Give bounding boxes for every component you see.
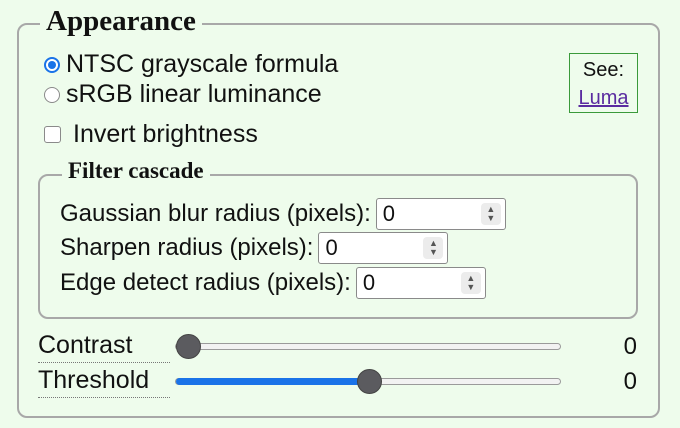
threshold-value: 0 <box>623 368 637 395</box>
contrast-slider-thumb[interactable] <box>176 334 201 359</box>
gaussian-blur-spinner[interactable]: ▲ ▼ <box>480 203 501 225</box>
see-box: See: Luma <box>569 53 638 113</box>
gaussian-blur-input[interactable]: 0 ▲ ▼ <box>375 198 506 230</box>
edge-detect-label: Edge detect radius (pixels): <box>60 269 351 296</box>
spinner-down-icon[interactable]: ▼ <box>486 214 495 223</box>
spinner-down-icon[interactable]: ▼ <box>466 283 475 292</box>
invert-brightness-checkbox[interactable] <box>44 126 61 143</box>
gaussian-blur-value: 0 <box>382 201 396 226</box>
radio-srgb-label: sRGB linear luminance <box>66 80 322 108</box>
edge-detect-value: 0 <box>362 270 376 295</box>
threshold-slider[interactable] <box>175 369 561 394</box>
sharpen-row: Sharpen radius (pixels): 0 ▲ ▼ <box>60 232 449 264</box>
see-label: See: <box>582 59 625 81</box>
filter-cascade-legend: Filter cascade <box>62 158 210 184</box>
threshold-slider-thumb[interactable] <box>356 369 382 394</box>
radio-srgb[interactable]: sRGB linear luminance <box>44 80 322 109</box>
contrast-slider[interactable] <box>175 334 561 359</box>
invert-brightness-label: Invert brightness <box>73 120 258 148</box>
threshold-label: Threshold <box>38 366 170 398</box>
spinner-down-icon[interactable]: ▼ <box>429 248 438 257</box>
invert-brightness-checkbox-row[interactable]: Invert brightness <box>44 120 258 149</box>
edge-detect-row: Edge detect radius (pixels): 0 ▲ ▼ <box>60 267 486 299</box>
radio-srgb-button[interactable] <box>44 86 60 103</box>
edge-detect-spinner[interactable]: ▲ ▼ <box>460 272 481 294</box>
luma-link[interactable]: Luma <box>578 87 628 109</box>
edge-detect-input[interactable]: 0 ▲ ▼ <box>355 267 486 299</box>
gaussian-blur-label: Gaussian blur radius (pixels): <box>60 200 371 227</box>
radio-ntsc[interactable]: NTSC grayscale formula <box>44 50 338 79</box>
radio-ntsc-label: NTSC grayscale formula <box>66 50 339 78</box>
gaussian-blur-row: Gaussian blur radius (pixels): 0 ▲ ▼ <box>60 198 506 230</box>
sharpen-spinner[interactable]: ▲ ▼ <box>423 237 444 259</box>
contrast-value: 0 <box>623 333 637 360</box>
sharpen-input[interactable]: 0 ▲ ▼ <box>318 232 449 264</box>
contrast-label: Contrast <box>38 331 170 363</box>
sharpen-value: 0 <box>325 235 338 260</box>
threshold-slider-fill <box>176 378 369 385</box>
radio-ntsc-button[interactable] <box>44 56 60 73</box>
appearance-legend: Appearance <box>40 5 202 38</box>
sharpen-label: Sharpen radius (pixels): <box>60 234 314 261</box>
